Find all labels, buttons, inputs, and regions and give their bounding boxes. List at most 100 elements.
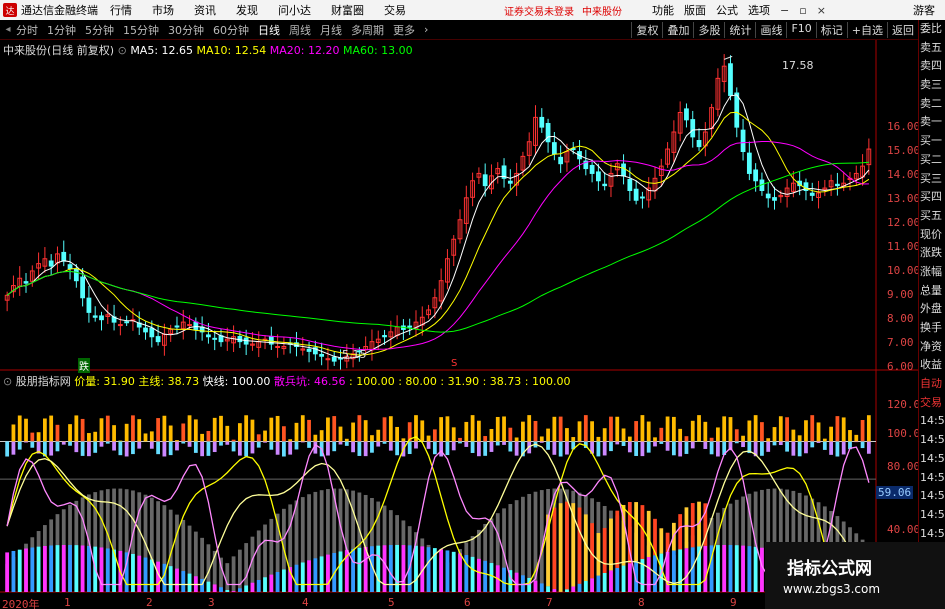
menu-item-news[interactable]: 资讯 [194, 2, 216, 18]
candle-body [193, 321, 199, 330]
side-panel-item[interactable]: 卖二 [919, 95, 945, 114]
side-panel-item[interactable]: 买二 [919, 151, 945, 170]
side-panel-item[interactable]: 卖一 [919, 113, 945, 132]
menu-item-wealth[interactable]: 财富圈 [331, 2, 364, 18]
indicator-top-bar [376, 429, 381, 442]
side-panel-item[interactable]: 现价 [919, 226, 945, 245]
side-panel-item[interactable]: 交易 [919, 394, 945, 413]
period-tab-15min[interactable]: 15分钟 [123, 22, 159, 38]
indicator-heat-bar [552, 507, 557, 590]
chart-area[interactable]: 中来股份(日线 前复权) ⊙ MA5: 12.65 MA10: 12.54 MA… [0, 40, 921, 609]
indicator-top-bar [307, 419, 311, 442]
candle-body [92, 315, 98, 318]
indicator-sub-bar [565, 441, 569, 455]
indicator-tick: 80.00 [887, 460, 921, 473]
indicator-sub-bar [546, 441, 550, 450]
indicator-color-bar [476, 558, 481, 592]
period-tab-60min[interactable]: 60分钟 [213, 22, 249, 38]
close-icon[interactable]: × [817, 4, 826, 17]
side-panel-item[interactable]: 14:56 [919, 450, 945, 469]
period-tab-daily[interactable]: 日线 [258, 22, 280, 38]
indicator-top-bar [30, 432, 35, 442]
tool-overlay[interactable]: 叠加 [662, 21, 693, 38]
menu-item-function[interactable]: 功能 [652, 2, 674, 18]
side-panel-item[interactable]: 收益 [919, 356, 945, 375]
side-panel-item[interactable]: 净资 [919, 338, 945, 357]
period-tab-1min[interactable]: 1分钟 [47, 22, 76, 38]
side-panel-item[interactable]: 14:56 [919, 431, 945, 450]
side-panel-item[interactable]: 外盘 [919, 300, 945, 319]
tool-f10[interactable]: F10 [786, 21, 815, 38]
indicator-color-bar [87, 545, 91, 592]
restore-icon[interactable]: ▫ [799, 4, 806, 17]
side-panel-item[interactable]: 卖五 [919, 39, 945, 58]
side-panel-item[interactable]: 14:56 [919, 412, 945, 431]
indicator-top-bar [388, 416, 393, 442]
minimize-icon[interactable]: − [780, 4, 789, 17]
indicator-sub-bar [351, 441, 355, 453]
tool-mark[interactable]: 标记 [815, 21, 847, 38]
side-panel-item[interactable]: 买三 [919, 170, 945, 189]
period-tab-more[interactable]: 更多 [393, 22, 415, 38]
tool-draw[interactable]: 画线 [755, 21, 786, 38]
menu-item-ask[interactable]: 问小达 [278, 2, 311, 18]
side-panel-item[interactable]: 涨跌 [919, 244, 945, 263]
indicator-color-bar [326, 554, 330, 592]
tool-add-watchlist[interactable]: +自选 [846, 21, 887, 38]
candle-body [589, 164, 595, 174]
login-status[interactable]: 证券交易未登录 [504, 3, 574, 18]
side-panel-item[interactable]: 14:56 [919, 506, 945, 525]
indicator-sub-bar [476, 441, 481, 457]
indicator-sub-bar [835, 441, 840, 457]
indicator-dropdown-icon[interactable]: ⊙ [3, 375, 12, 388]
collapse-arrow-icon[interactable]: ◂ [0, 24, 16, 35]
indicator-top-bar [583, 415, 588, 442]
side-panel-item[interactable]: 14:56 [919, 487, 945, 506]
side-panel-item[interactable]: 换手 [919, 319, 945, 338]
side-panel-item[interactable]: 14:56 [919, 525, 945, 544]
indicator-top-bar [288, 439, 293, 442]
side-panel-item[interactable]: 涨幅 [919, 263, 945, 282]
indicator-sub-bar [577, 441, 582, 443]
side-panel-item[interactable]: 买一 [919, 132, 945, 151]
period-tab-weekly[interactable]: 周线 [289, 22, 311, 38]
indicator-top-bar [860, 419, 865, 442]
tool-multistock[interactable]: 多股 [693, 21, 724, 38]
menu-item-discover[interactable]: 发现 [236, 2, 258, 18]
period-tab-monthly[interactable]: 月线 [320, 22, 342, 38]
indicator-color-bar [470, 556, 475, 592]
menu-item-market[interactable]: 市场 [152, 2, 174, 18]
menu-item-trade[interactable]: 交易 [384, 2, 406, 18]
side-panel-item[interactable]: 14:56 [919, 469, 945, 488]
indicator-top-bar [621, 428, 626, 442]
tool-back[interactable]: 返回 [887, 21, 918, 38]
menu-item-formula[interactable]: 公式 [716, 2, 738, 18]
indicator-sub-bar [87, 441, 91, 457]
indicator-top-bar [627, 436, 632, 442]
chart-canvas[interactable] [0, 40, 918, 609]
more-chevron-icon[interactable]: › [424, 23, 428, 36]
indicator-sub-bar [671, 441, 676, 456]
side-panel-item[interactable]: 买五 [919, 207, 945, 226]
period-tab-30min[interactable]: 30分钟 [168, 22, 204, 38]
period-tab-5min[interactable]: 5分钟 [85, 22, 114, 38]
menu-item-layout[interactable]: 版面 [684, 2, 706, 18]
menu-item-quotes[interactable]: 行情 [110, 2, 132, 18]
legend-dropdown-icon[interactable]: ⊙ [118, 44, 127, 57]
tool-stats[interactable]: 统计 [724, 21, 755, 38]
side-panel-item[interactable]: 卖三 [919, 76, 945, 95]
price-tick: 14.00 [887, 168, 921, 181]
side-panel-item[interactable]: 委比 [919, 20, 945, 39]
guest-button[interactable]: 游客 [913, 2, 935, 18]
menu-item-options[interactable]: 选项 [748, 2, 770, 18]
period-tab-multi[interactable]: 多周期 [351, 22, 384, 38]
side-panel-item[interactable]: 卖四 [919, 57, 945, 76]
indicator-top-bar [728, 417, 733, 442]
side-panel-item[interactable]: 总量 [919, 282, 945, 301]
tool-adjust[interactable]: 复权 [631, 21, 662, 38]
indicator-top-bar [734, 429, 739, 442]
side-panel-item[interactable]: 自动 [919, 375, 945, 394]
indicator-line-2 [6, 443, 870, 586]
period-tab-intraday[interactable]: 分时 [16, 22, 38, 38]
side-panel-item[interactable]: 买四 [919, 188, 945, 207]
